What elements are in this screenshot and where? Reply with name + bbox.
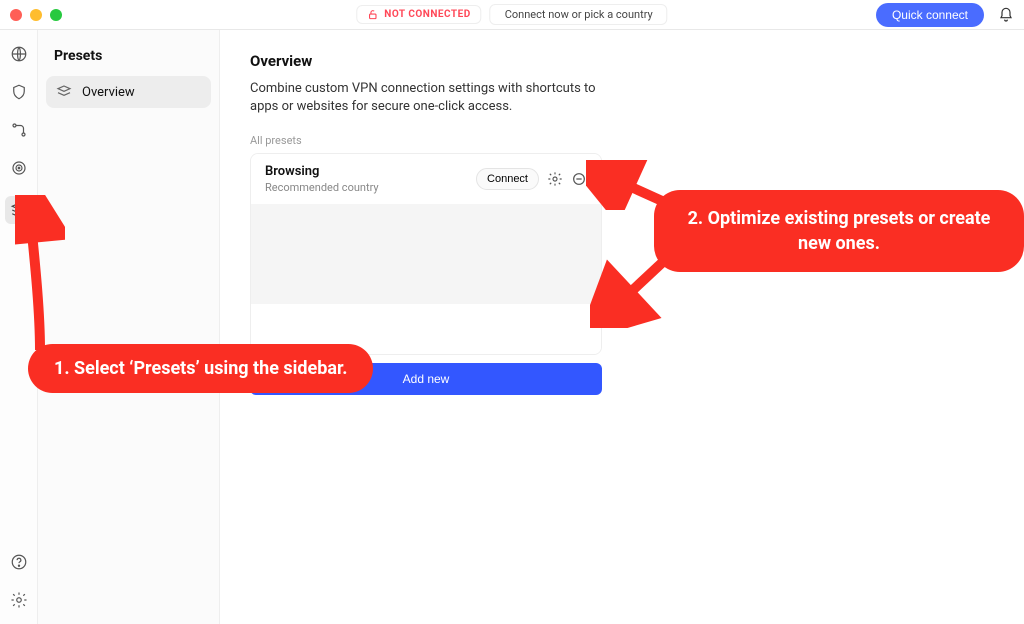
subnav-item-overview[interactable]: Overview [46, 76, 211, 108]
annotation-arrow-1 [15, 195, 65, 355]
sidebar-item-help[interactable] [9, 552, 29, 572]
annotation-step-1: 1. Select ‘Presets’ using the sidebar. [28, 344, 373, 393]
annotation-step-2: 2. Optimize existing presets or create n… [654, 190, 1024, 272]
preset-connect-button[interactable]: Connect [476, 168, 539, 190]
gear-icon[interactable] [547, 171, 563, 187]
titlebar-right: Quick connect [876, 3, 1014, 27]
sidebar-item-globe[interactable] [9, 44, 29, 64]
page-heading: Overview [250, 52, 994, 70]
preset-name: Browsing [265, 164, 468, 179]
notifications-icon[interactable] [998, 7, 1014, 23]
preset-row-browsing[interactable]: Browsing Recommended country Connect [251, 154, 601, 204]
window-traffic-lights [10, 9, 62, 21]
sidebar-item-settings[interactable] [9, 590, 29, 610]
layers-icon [56, 84, 72, 100]
sidebar-item-shield[interactable] [9, 82, 29, 102]
presets-subnav: Presets Overview [38, 30, 220, 624]
subnav-item-label: Overview [82, 85, 135, 100]
titlebar-center: NOT CONNECTED Connect now or pick a coun… [356, 4, 667, 25]
window-titlebar: NOT CONNECTED Connect now or pick a coun… [0, 0, 1024, 30]
quick-connect-button[interactable]: Quick connect [876, 3, 984, 27]
unlock-icon [367, 9, 378, 20]
minimize-window-button[interactable] [30, 9, 42, 21]
preset-text: Browsing Recommended country [265, 164, 468, 194]
connect-hint-pill[interactable]: Connect now or pick a country [490, 4, 668, 25]
sidebar-item-target[interactable] [9, 158, 29, 178]
close-window-button[interactable] [10, 9, 22, 21]
preset-subtitle: Recommended country [265, 181, 468, 194]
subnav-title: Presets [46, 38, 211, 76]
all-presets-label: All presets [250, 134, 994, 147]
maximize-window-button[interactable] [50, 9, 62, 21]
page-description: Combine custom VPN connection settings w… [250, 80, 610, 116]
connect-hint-text: Connect now or pick a country [505, 8, 653, 21]
presets-card: Browsing Recommended country Connect [250, 153, 602, 355]
remove-icon[interactable] [571, 171, 587, 187]
presets-empty-area [251, 204, 601, 304]
sidebar-item-routing[interactable] [9, 120, 29, 140]
connection-status-pill[interactable]: NOT CONNECTED [356, 5, 481, 24]
connection-status-text: NOT CONNECTED [384, 9, 470, 20]
